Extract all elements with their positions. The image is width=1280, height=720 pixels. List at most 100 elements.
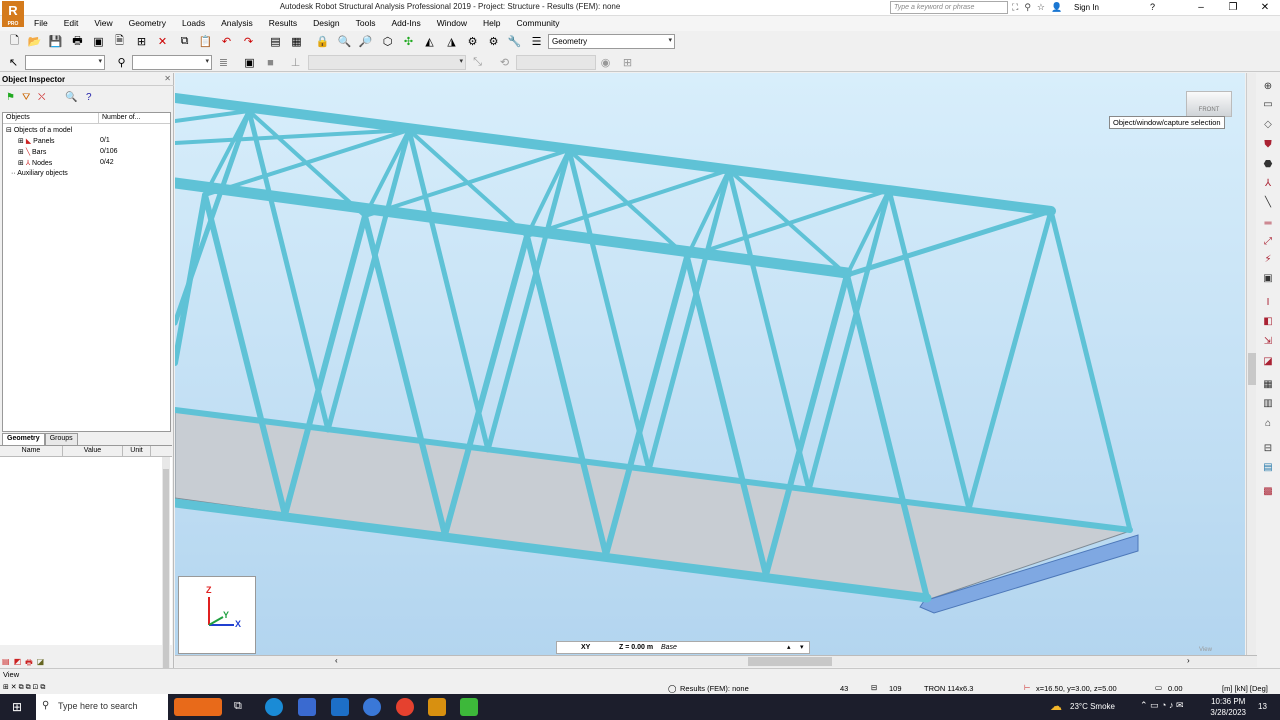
tab-geometry[interactable]: Geometry bbox=[2, 433, 45, 445]
previous-view-icon[interactable]: ▣ bbox=[242, 55, 257, 70]
menu-tools[interactable]: Tools bbox=[348, 16, 384, 30]
col-value[interactable]: Value bbox=[63, 446, 123, 456]
level-up-icon[interactable]: ▴ bbox=[787, 643, 791, 651]
screen-capture-icon[interactable]: ▣ bbox=[91, 34, 106, 49]
network-icon[interactable]: ⚲ bbox=[1024, 2, 1031, 13]
menu-loads[interactable]: Loads bbox=[174, 16, 213, 30]
delete-icon[interactable]: ✕ bbox=[155, 34, 170, 49]
reinforce-icon[interactable]: ◪ bbox=[1260, 356, 1276, 372]
menu-geometry[interactable]: Geometry bbox=[121, 16, 174, 30]
level-down-icon[interactable]: ▾ bbox=[800, 643, 804, 651]
spreadsheet-icon[interactable]: ▤ bbox=[1260, 462, 1276, 478]
zoom-window-icon[interactable]: 🔍 bbox=[337, 34, 352, 49]
table-icon[interactable]: ▦ bbox=[1260, 379, 1276, 395]
app-logo[interactable]: R PRO bbox=[2, 1, 24, 27]
building-icon[interactable]: ⌂ bbox=[1260, 418, 1276, 434]
menu-help[interactable]: Help bbox=[475, 16, 508, 30]
status-tool-icons[interactable]: ⊞ ✕ ⧉ ⧉ ⊡ ⧉ bbox=[3, 683, 45, 692]
clock[interactable]: 10:36 PM 3/28/2023 bbox=[1210, 696, 1246, 718]
scroll-left-icon[interactable]: ‹ bbox=[335, 656, 338, 665]
view-3d-icon[interactable]: ⬡ bbox=[380, 34, 395, 49]
camtasia-icon[interactable] bbox=[460, 698, 478, 716]
panel-icon[interactable]: ◇ bbox=[1260, 119, 1276, 135]
scrollbar-thumb[interactable] bbox=[1248, 353, 1256, 385]
nodes-icon[interactable]: ⊕ bbox=[1260, 81, 1276, 97]
new-file-icon[interactable]: 🗋 bbox=[7, 34, 22, 49]
undo-icon[interactable]: ↶ bbox=[219, 34, 234, 49]
robot-taskbar-icon[interactable] bbox=[428, 698, 446, 716]
tree-icon[interactable]: ⚑ bbox=[6, 92, 15, 103]
filter-remove-icon[interactable]: ⛌ bbox=[38, 92, 45, 103]
search-icon[interactable]: 🔍 bbox=[65, 92, 77, 103]
horizontal-scroll-thumb[interactable] bbox=[748, 657, 832, 666]
mail-icon[interactable] bbox=[331, 698, 349, 716]
view-cube[interactable]: FRONT bbox=[1186, 91, 1232, 117]
section-icon[interactable]: ⬣ bbox=[1260, 159, 1276, 175]
menu-view[interactable]: View bbox=[86, 16, 120, 30]
close-icon[interactable]: ✕ bbox=[164, 74, 171, 83]
view-scrollbar[interactable]: ‹ › View bbox=[175, 647, 1257, 667]
menu-file[interactable]: File bbox=[26, 16, 56, 30]
section-icon[interactable]: ⊥ bbox=[288, 55, 303, 70]
case-combo[interactable]: ▾ bbox=[132, 55, 212, 70]
task-view-icon[interactable]: ⧉ bbox=[234, 700, 242, 713]
tree-item-panels[interactable]: ⊞ ◣ Panels bbox=[18, 137, 55, 145]
node-tool-icon[interactable]: ⅄ bbox=[1260, 178, 1276, 194]
work-plane-bar[interactable]: XY Z = 0.00 m Base ▴ ▾ bbox=[556, 641, 810, 654]
load-icon[interactable]: ⇲ bbox=[1260, 336, 1276, 352]
offset-icon[interactable]: ⤢ bbox=[1260, 236, 1276, 252]
weather-text[interactable]: 23°C Smoke bbox=[1070, 702, 1115, 711]
redo-icon[interactable]: ↷ bbox=[241, 34, 256, 49]
chrome-icon[interactable] bbox=[396, 698, 414, 716]
cable-icon[interactable]: ═ bbox=[1260, 218, 1276, 234]
restore-icon[interactable]: ❐ bbox=[1218, 0, 1248, 16]
zoom-all-icon[interactable]: 🔎 bbox=[358, 34, 373, 49]
col-name[interactable]: Name bbox=[0, 446, 63, 456]
lock-icon[interactable]: 🔒 bbox=[315, 34, 330, 49]
case-list-icon[interactable]: ≣ bbox=[216, 55, 231, 70]
help-icon[interactable]: ? bbox=[86, 92, 92, 103]
layout-icon[interactable]: ☰ bbox=[529, 34, 544, 49]
scroll-right-icon[interactable]: › bbox=[1187, 656, 1190, 665]
report-icon[interactable]: ▩ bbox=[1260, 486, 1276, 502]
taskbar-search-input[interactable]: ⚲ Type here to search bbox=[36, 694, 168, 720]
menu-edit[interactable]: Edit bbox=[56, 16, 87, 30]
snap-icon[interactable]: ✣ bbox=[401, 34, 416, 49]
settings-icon[interactable]: ⚙ bbox=[486, 34, 501, 49]
tree-item-auxiliary[interactable]: ·· Auxiliary objects bbox=[11, 170, 68, 177]
tray-icons[interactable]: ⌃ ▭ ◔ ♪ ✉ bbox=[1140, 700, 1184, 711]
wrench-icon[interactable]: 🔧 bbox=[507, 34, 522, 49]
status-units[interactable]: [m] [kN] [Deg] bbox=[1222, 684, 1268, 693]
tree-item-nodes[interactable]: ⊞ ⅄ Nodes bbox=[18, 159, 52, 167]
menu-analysis[interactable]: Analysis bbox=[213, 16, 261, 30]
photos-icon[interactable] bbox=[363, 698, 381, 716]
release-icon[interactable]: ⚡ bbox=[1260, 254, 1276, 270]
print-preview-icon[interactable]: 🗎 bbox=[112, 34, 127, 49]
menu-design[interactable]: Design bbox=[305, 16, 347, 30]
calculate-icon[interactable]: ⊟ bbox=[1260, 443, 1276, 459]
filter-icon[interactable]: ⚙ bbox=[465, 34, 480, 49]
sign-in-link[interactable]: Sign In bbox=[1074, 3, 1099, 12]
minimize-icon[interactable]: – bbox=[1186, 0, 1216, 16]
selection-combo[interactable]: ▾ bbox=[25, 55, 105, 70]
col-unit[interactable]: Unit bbox=[123, 446, 151, 456]
col-number[interactable]: Number of... bbox=[99, 113, 144, 123]
close-icon[interactable]: ✕ bbox=[1250, 0, 1280, 16]
menu-window[interactable]: Window bbox=[429, 16, 475, 30]
table-icon[interactable]: ▤ bbox=[268, 34, 283, 49]
binoculars-icon[interactable]: ⛶ bbox=[1012, 2, 1018, 13]
moment-icon[interactable]: ▣ bbox=[1260, 273, 1276, 289]
structure-viewport[interactable] bbox=[175, 73, 1245, 655]
copy-icon[interactable]: ⧉ bbox=[177, 34, 192, 49]
tables-icon[interactable]: ▦ bbox=[289, 34, 304, 49]
print-icon[interactable]: 🖶 bbox=[70, 34, 85, 49]
i-beam-icon[interactable]: I bbox=[1260, 297, 1276, 313]
line-icon[interactable]: ╲ bbox=[1260, 197, 1276, 213]
menu-add-ins[interactable]: Add-Ins bbox=[383, 16, 428, 30]
tree-root[interactable]: ⊟ Objects of a model bbox=[6, 126, 72, 134]
viewport-vertical-scrollbar[interactable] bbox=[1246, 73, 1256, 655]
help-icon[interactable]: ? bbox=[1150, 2, 1155, 12]
tab-groups[interactable]: Groups bbox=[44, 433, 78, 445]
star-icon[interactable]: ☆ bbox=[1037, 2, 1045, 13]
keyword-search-input[interactable]: Type a keyword or phrase bbox=[890, 1, 1008, 14]
